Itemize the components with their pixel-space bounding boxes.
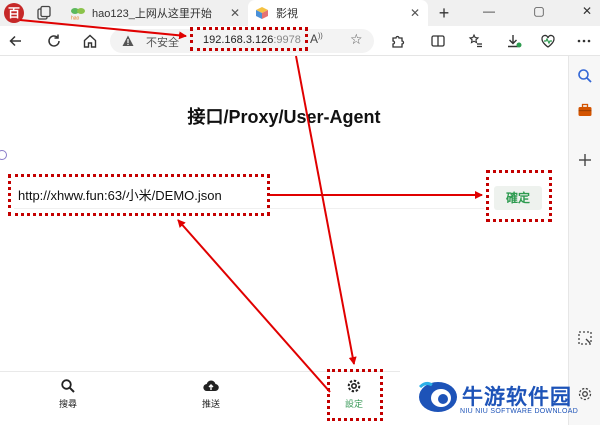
home-icon bbox=[83, 34, 97, 48]
more-menu-button[interactable] bbox=[574, 31, 594, 51]
download-icon bbox=[508, 35, 522, 48]
page-content: 接口/Proxy/User-Agent 確定 搜尋 推送 設定 bbox=[0, 56, 568, 425]
favorites-list-icon bbox=[468, 33, 482, 48]
url-text[interactable]: 192.168.3.126:9978 bbox=[203, 34, 301, 46]
nav-label: 搜尋 bbox=[58, 399, 77, 409]
gear-icon bbox=[347, 379, 361, 393]
tab-strip: 百 hao hao123_上网从这里开始 ✕ 影視 ✕ + — ▢ ✕ bbox=[0, 0, 600, 26]
tab-label: 影視 bbox=[276, 8, 298, 20]
reload-button[interactable] bbox=[44, 31, 64, 51]
cloud-upload-icon bbox=[203, 380, 219, 392]
screenshot-icon bbox=[578, 331, 592, 345]
url-host: 192.168.3.126 bbox=[203, 34, 274, 46]
hao123-icon: hao bbox=[71, 8, 85, 21]
address-bar[interactable]: 不安全 192.168.3.126:9978 A)) ☆ bbox=[110, 29, 374, 53]
nav-item-push[interactable]: 推送 bbox=[181, 378, 241, 410]
home-button[interactable] bbox=[80, 31, 100, 51]
heart-pulse-icon bbox=[541, 34, 555, 48]
downloads-button[interactable] bbox=[504, 31, 524, 51]
maximize-button[interactable]: ▢ bbox=[530, 4, 548, 18]
more-icon bbox=[577, 39, 591, 43]
extensions-button[interactable] bbox=[388, 31, 408, 51]
favorites-button[interactable] bbox=[466, 31, 486, 51]
search-icon bbox=[61, 379, 75, 393]
proxy-url-input[interactable] bbox=[14, 183, 264, 205]
puzzle-icon bbox=[392, 35, 405, 48]
niuniu-logo-icon bbox=[418, 381, 457, 412]
tab-hao123[interactable]: hao hao123_上网从这里开始 ✕ bbox=[64, 0, 248, 26]
split-screen-icon bbox=[431, 35, 445, 47]
nav-item-search[interactable]: 搜尋 bbox=[38, 378, 98, 410]
workspaces-icon[interactable] bbox=[36, 5, 52, 21]
page-title: 接口/Proxy/User-Agent bbox=[187, 107, 381, 127]
watermark-logo: 牛游软件园 NIU NIU SOFTWARE DOWNLOAD bbox=[410, 375, 600, 423]
nav-item-settings[interactable]: 設定 bbox=[324, 378, 384, 410]
insecure-label[interactable]: 不安全 bbox=[146, 34, 179, 50]
tab-label: hao123_上网从这里开始 bbox=[92, 8, 212, 20]
sidebar-shopping-button[interactable] bbox=[577, 102, 593, 118]
favorite-star-icon[interactable]: ☆ bbox=[350, 31, 363, 48]
sidebar-add-button[interactable] bbox=[577, 152, 593, 168]
nav-label: 設定 bbox=[344, 399, 363, 409]
close-window-button[interactable]: ✕ bbox=[578, 4, 596, 18]
cube-icon bbox=[256, 7, 268, 19]
split-screen-button[interactable] bbox=[428, 31, 448, 51]
read-aloud-icon[interactable]: A)) bbox=[310, 32, 323, 46]
new-tab-button[interactable]: + bbox=[434, 3, 454, 23]
warning-icon bbox=[122, 35, 134, 46]
radio-indicator[interactable] bbox=[0, 150, 7, 160]
watermark-subtitle: NIU NIU SOFTWARE DOWNLOAD bbox=[460, 408, 579, 415]
bottom-nav: 搜尋 推送 設定 bbox=[0, 371, 400, 425]
arrow-left-icon bbox=[9, 35, 21, 47]
confirm-button[interactable]: 確定 bbox=[494, 186, 542, 210]
close-tab-icon[interactable]: ✕ bbox=[408, 6, 422, 20]
toolbox-icon bbox=[578, 103, 592, 116]
search-icon bbox=[578, 69, 592, 83]
browser-app-icon[interactable]: 百 bbox=[4, 3, 24, 23]
browser-toolbar: 不安全 192.168.3.126:9978 A)) ☆ bbox=[0, 26, 600, 56]
browser-essentials-button[interactable] bbox=[538, 31, 558, 51]
sidebar-screenshot-button[interactable] bbox=[577, 330, 593, 346]
sidebar-search-button[interactable] bbox=[577, 68, 593, 84]
nav-label: 推送 bbox=[201, 399, 220, 409]
watermark-name: 牛游软件园 bbox=[462, 386, 572, 409]
input-divider bbox=[14, 208, 484, 209]
minimize-button[interactable]: — bbox=[480, 4, 498, 18]
reload-icon bbox=[48, 34, 60, 47]
plus-icon bbox=[579, 154, 591, 166]
svg-text:hao: hao bbox=[71, 16, 80, 21]
close-tab-icon[interactable]: ✕ bbox=[228, 6, 242, 20]
edge-sidebar bbox=[568, 56, 600, 425]
url-port: :9978 bbox=[273, 34, 301, 46]
tab-yingshi[interactable]: 影視 ✕ bbox=[248, 0, 428, 26]
back-button[interactable] bbox=[6, 31, 26, 51]
